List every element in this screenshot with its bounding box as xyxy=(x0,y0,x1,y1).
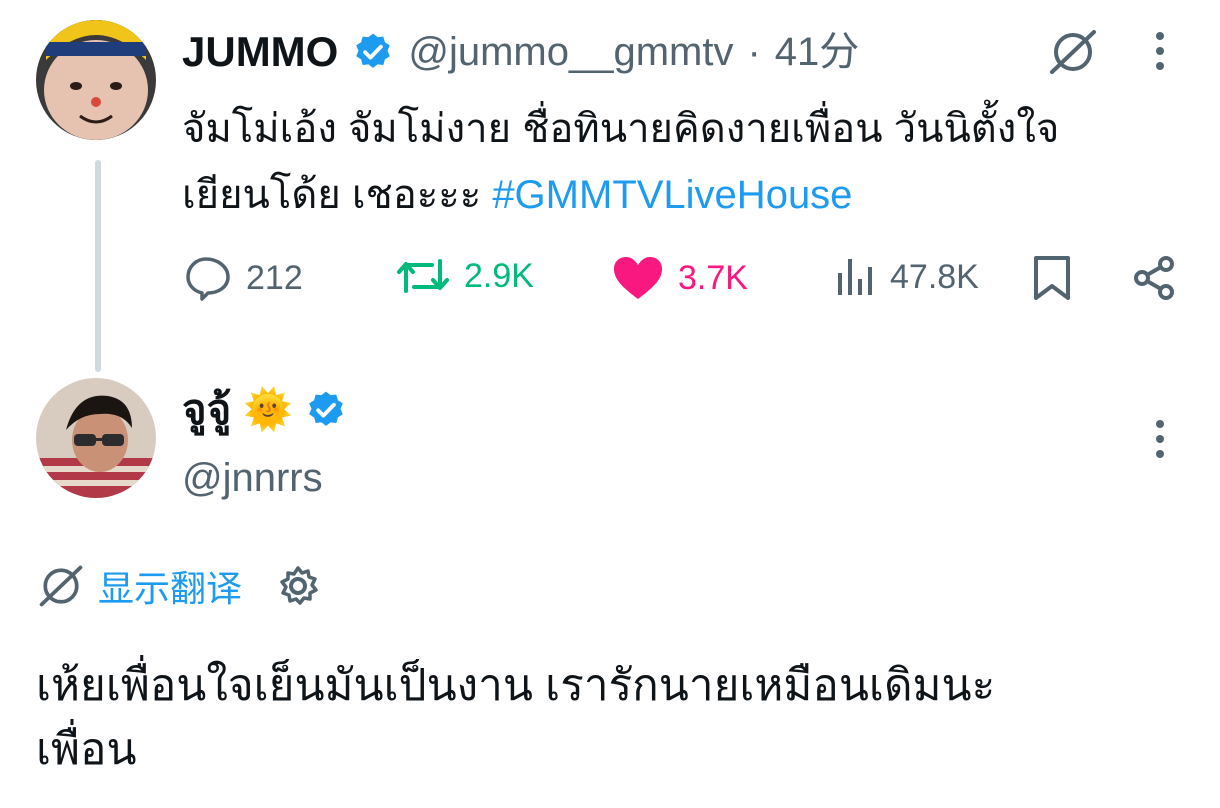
tweet-text-line1: จัมโม่เอ้ง จัมโม่งาย ชื่อทินายคิดงายเพื่… xyxy=(182,107,1060,151)
retweet-count: 2.9K xyxy=(464,256,534,295)
reply-icon xyxy=(184,255,232,301)
sun-emoji-icon: 🌞 xyxy=(243,388,294,432)
tweet-time[interactable]: 41分 xyxy=(775,28,860,76)
retweet-icon xyxy=(396,255,450,297)
views-count: 47.8K xyxy=(890,257,979,296)
hashtag-link[interactable]: #GMMTVLiveHouse xyxy=(492,173,852,217)
retweet-action[interactable]: 2.9K xyxy=(396,255,534,297)
verified-badge-icon xyxy=(305,389,347,431)
avatar-jnnrrs[interactable] xyxy=(36,378,156,498)
like-action[interactable]: 3.7K xyxy=(612,255,748,301)
avatar-jummo[interactable] xyxy=(36,20,156,140)
like-count: 3.7K xyxy=(678,258,748,297)
thread-connector-line xyxy=(95,160,101,372)
show-translation-link[interactable]: 显示翻译 xyxy=(98,560,242,612)
reply-text-line2: เพื่อน xyxy=(36,725,137,774)
share-icon[interactable] xyxy=(1130,254,1178,302)
translate-icon xyxy=(36,563,86,609)
heart-icon xyxy=(612,255,664,301)
views-action[interactable]: 47.8K xyxy=(832,255,979,299)
views-icon xyxy=(832,255,876,299)
bookmark-icon[interactable] xyxy=(1030,254,1074,302)
reply-text-line1: เห้ยเพื่อนใจเย็นมันเป็นงาน เรารักนายเหมื… xyxy=(36,661,996,710)
translate-row[interactable]: 显示翻译 xyxy=(36,560,320,612)
author-handle[interactable]: @jummo__gmmtv xyxy=(408,28,733,76)
tweet-text-line2: เยียนโด้ย เชอะะะ #GMMTVLiveHouse xyxy=(182,162,1192,228)
tweet-header: JUMMO @jummo__gmmtv · 41分 xyxy=(182,28,859,76)
settings-icon[interactable] xyxy=(276,564,320,608)
reply-header: จูจู้ 🌞 xyxy=(182,386,347,434)
reply-author-handle[interactable]: @jnnrrs xyxy=(182,454,323,502)
reply-count: 212 xyxy=(246,258,303,297)
reply-more-icon[interactable] xyxy=(1150,418,1170,460)
reply-body: เห้ยเพื่อนใจเย็นมันเป็นงาน เรารักนายเหมื… xyxy=(36,654,1186,782)
tweet-body: จัมโม่เอ้ง จัมโม่งาย ชื่อทินายคิดงายเพื่… xyxy=(182,96,1192,228)
reply-action[interactable]: 212 xyxy=(184,255,303,301)
verified-badge-icon xyxy=(352,31,394,73)
separator-dot: · xyxy=(747,30,761,74)
more-icon[interactable] xyxy=(1150,30,1170,72)
translate-icon[interactable] xyxy=(1046,28,1100,76)
tweet-text-line2-prefix: เยียนโด้ย เชอะะะ xyxy=(182,173,493,217)
reply-author-name[interactable]: จูจู้ xyxy=(182,386,231,434)
author-name[interactable]: JUMMO xyxy=(182,28,338,76)
